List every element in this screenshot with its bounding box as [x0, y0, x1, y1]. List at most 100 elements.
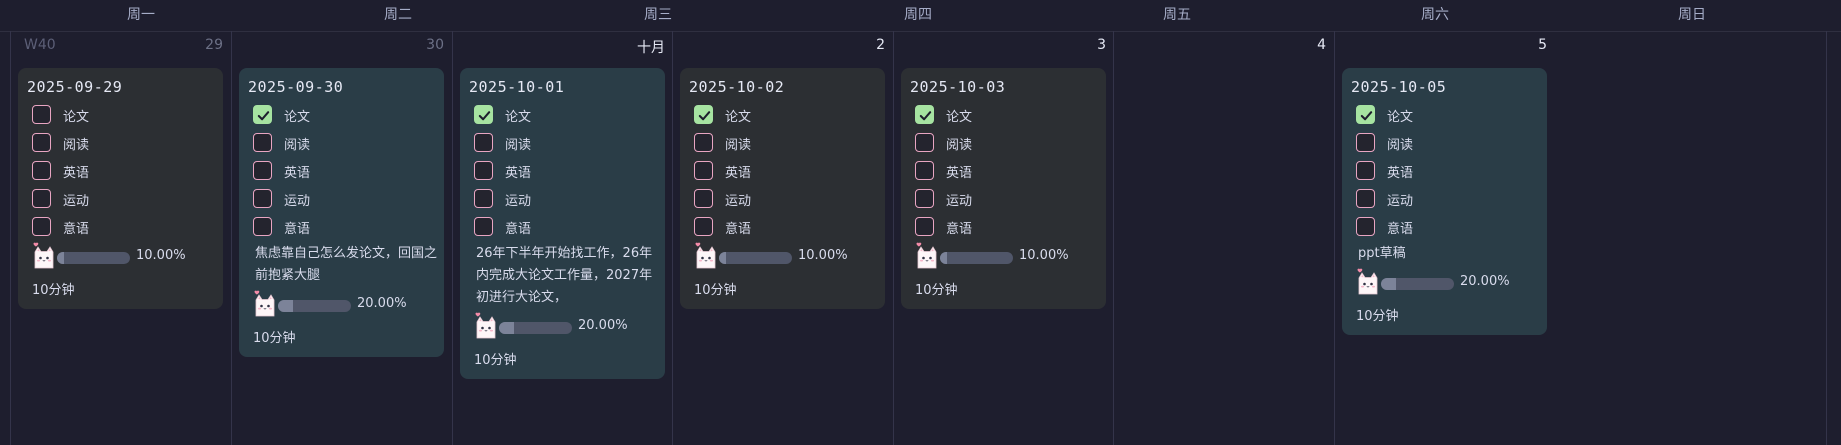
- habit-label: 阅读: [284, 138, 311, 153]
- habit-item[interactable]: 运动: [694, 189, 894, 211]
- habit-checkbox[interactable]: [915, 105, 934, 124]
- habit-label: 英语: [725, 166, 752, 181]
- habit-item[interactable]: 论文: [32, 105, 232, 127]
- weekday-header: 周一 周二 周三 周四 周五 周六 周日: [0, 0, 1841, 32]
- habit-label: 运动: [284, 194, 311, 209]
- habit-label: 运动: [725, 194, 752, 209]
- habit-checkbox[interactable]: [32, 105, 51, 124]
- habit-item[interactable]: 阅读: [32, 133, 232, 155]
- habit-item[interactable]: 运动: [1356, 189, 1556, 211]
- day-number: 4: [1317, 37, 1326, 53]
- habit-item[interactable]: 阅读: [474, 133, 674, 155]
- habit-checkbox[interactable]: [32, 161, 51, 180]
- day-cell[interactable]: 3 2025-10-03 论文 阅读 英语 运动 意语 10.00% 10分钟: [893, 31, 1114, 445]
- habit-checkbox[interactable]: [915, 133, 934, 152]
- habit-label: 阅读: [63, 138, 90, 153]
- day-number: 十月: [637, 40, 665, 56]
- day-cell[interactable]: 2 2025-10-02 论文 阅读 英语 运动 意语 10.00% 10分钟: [672, 31, 893, 445]
- habit-item[interactable]: 意语: [474, 217, 674, 239]
- habit-label: 意语: [1387, 222, 1414, 237]
- cat-icon: [472, 311, 500, 343]
- habit-item[interactable]: 阅读: [694, 133, 894, 155]
- habit-checkbox[interactable]: [253, 217, 272, 236]
- habit-checkbox[interactable]: [694, 105, 713, 124]
- habit-checkbox[interactable]: [474, 105, 493, 124]
- habit-item[interactable]: 英语: [253, 161, 453, 183]
- habit-item[interactable]: 英语: [32, 161, 232, 183]
- habit-checkbox[interactable]: [253, 161, 272, 180]
- habit-checkbox[interactable]: [253, 189, 272, 208]
- habit-item[interactable]: 论文: [1356, 105, 1556, 127]
- progress-bar: [719, 252, 792, 264]
- day-entry-card[interactable]: 2025-09-29 论文 阅读 英语 运动 意语 10.00% 10分钟: [18, 68, 223, 309]
- habit-checkbox[interactable]: [474, 189, 493, 208]
- habit-label: 英语: [505, 166, 532, 181]
- day-entry-card[interactable]: 2025-10-03 论文 阅读 英语 运动 意语 10.00% 10分钟: [901, 68, 1106, 309]
- progress-row: 10.00%: [30, 241, 250, 269]
- habit-checkbox[interactable]: [694, 133, 713, 152]
- habit-checkbox[interactable]: [32, 133, 51, 152]
- habit-item[interactable]: 运动: [253, 189, 453, 211]
- habit-checkbox[interactable]: [1356, 189, 1375, 208]
- day-entry-card[interactable]: 2025-09-30 论文 阅读 英语 运动 意语 焦虑靠自己怎么发论文，回国之前抱紧大腿 2…: [239, 68, 444, 357]
- progress-bar-fill: [499, 322, 514, 334]
- habit-item[interactable]: 意语: [32, 217, 232, 239]
- weekday-label: 周一: [127, 7, 155, 23]
- habit-item[interactable]: 意语: [915, 217, 1115, 239]
- habit-item[interactable]: 英语: [474, 161, 674, 183]
- habit-item[interactable]: 阅读: [1356, 133, 1556, 155]
- habit-item[interactable]: 英语: [694, 161, 894, 183]
- habit-item[interactable]: 阅读: [915, 133, 1115, 155]
- habit-item[interactable]: 运动: [474, 189, 674, 211]
- habit-item[interactable]: 意语: [253, 217, 453, 239]
- habit-label: 运动: [1387, 194, 1414, 209]
- day-cell[interactable]: W40 29 2025-09-29 论文 阅读 英语 运动 意语 10.00% 10分钟: [10, 31, 231, 445]
- habit-checkbox[interactable]: [694, 189, 713, 208]
- habit-item[interactable]: 英语: [915, 161, 1115, 183]
- habit-item[interactable]: 论文: [253, 105, 453, 127]
- habit-checkbox[interactable]: [1356, 217, 1375, 236]
- day-cell[interactable]: 30 2025-09-30 论文 阅读 英语 运动 意语 焦虑靠自己怎么发论文，回国之前抱紧大…: [231, 31, 452, 445]
- habit-checkbox[interactable]: [915, 189, 934, 208]
- habit-checkbox[interactable]: [474, 133, 493, 152]
- habit-item[interactable]: 论文: [915, 105, 1115, 127]
- habit-item[interactable]: 论文: [474, 105, 674, 127]
- day-cell[interactable]: 4: [1113, 31, 1334, 445]
- habit-checkbox[interactable]: [32, 189, 51, 208]
- habit-checkbox[interactable]: [1356, 105, 1375, 124]
- habit-checkbox[interactable]: [1356, 161, 1375, 180]
- day-entry-card[interactable]: 2025-10-01 论文 阅读 英语 运动 意语 26年下半年开始找工作，26年内完成大论…: [460, 68, 665, 379]
- habit-item[interactable]: 运动: [915, 189, 1115, 211]
- habit-checkbox[interactable]: [253, 133, 272, 152]
- habit-item[interactable]: 意语: [694, 217, 894, 239]
- entry-duration: 10分钟: [474, 353, 517, 368]
- day-cell[interactable]: 5 2025-10-05 论文 阅读 英语 运动 意语 ppt草稿 20.00% 10分钟: [1334, 31, 1555, 445]
- day-entry-card[interactable]: 2025-10-02 论文 阅读 英语 运动 意语 10.00% 10分钟: [680, 68, 885, 309]
- progress-bar: [940, 252, 1013, 264]
- day-entry-card[interactable]: 2025-10-05 论文 阅读 英语 运动 意语 ppt草稿 20.00% 10分钟: [1342, 68, 1547, 335]
- habit-item[interactable]: 英语: [1356, 161, 1556, 183]
- habit-checkbox[interactable]: [474, 217, 493, 236]
- habit-checkbox[interactable]: [1356, 133, 1375, 152]
- habit-checkbox[interactable]: [694, 217, 713, 236]
- habit-item[interactable]: 意语: [1356, 217, 1556, 239]
- habit-label: 论文: [946, 110, 973, 125]
- habit-item[interactable]: 论文: [694, 105, 894, 127]
- habit-label: 英语: [946, 166, 973, 181]
- habit-item[interactable]: 运动: [32, 189, 232, 211]
- habit-checkbox[interactable]: [915, 217, 934, 236]
- habit-checkbox[interactable]: [474, 161, 493, 180]
- progress-bar: [499, 322, 572, 334]
- day-cell[interactable]: 十月 2025-10-01 论文 阅读 英语 运动 意语 26年下半年开始找工作，26年内完成…: [452, 31, 673, 445]
- weekday-label: 周五: [1163, 7, 1191, 23]
- progress-bar: [1381, 278, 1454, 290]
- habit-label: 英语: [1387, 166, 1414, 181]
- habit-item[interactable]: 阅读: [253, 133, 453, 155]
- habit-label: 意语: [63, 222, 90, 237]
- day-number: 30: [426, 37, 444, 53]
- habit-checkbox[interactable]: [253, 105, 272, 124]
- habit-checkbox[interactable]: [694, 161, 713, 180]
- habit-checkbox[interactable]: [32, 217, 51, 236]
- progress-percent: 20.00%: [578, 318, 628, 333]
- habit-checkbox[interactable]: [915, 161, 934, 180]
